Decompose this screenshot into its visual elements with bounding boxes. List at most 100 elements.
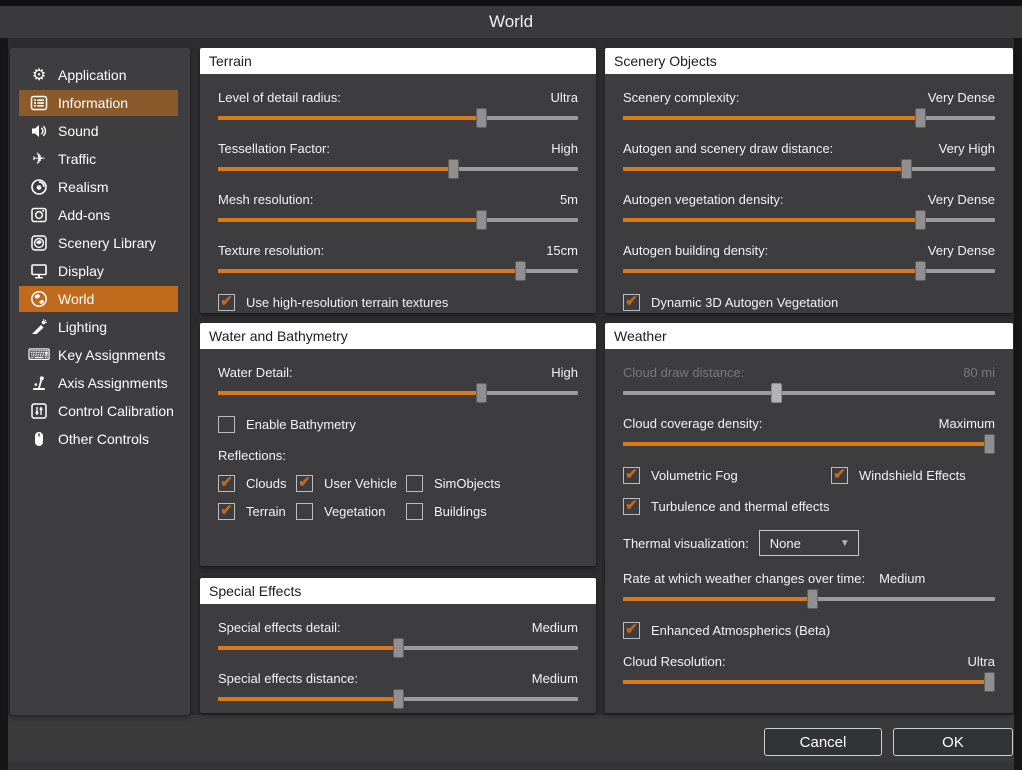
turbulence-and-thermal-effects-checkbox[interactable]: ✔ Turbulence and thermal effects [623, 498, 995, 515]
sidebar-item-application[interactable]: ⚙ Application [19, 62, 178, 88]
window-bottom-edge [8, 762, 1014, 770]
panel-title: Special Effects [200, 578, 596, 604]
slider-thumb[interactable] [915, 210, 927, 230]
sidebar-item-information[interactable]: Information [19, 90, 178, 116]
enhanced-atmospherics-beta-checkbox[interactable]: ✔ Enhanced Atmospherics (Beta) [623, 622, 995, 639]
checkbox-label: Enhanced Atmospherics (Beta) [651, 623, 831, 638]
slider-track[interactable] [218, 261, 578, 281]
autogen-and-scenery-draw-distance-slider: Autogen and scenery draw distance: Very H… [623, 141, 995, 179]
sidebar-item-control-calibration[interactable]: Control Calibration [19, 398, 178, 424]
slider-track[interactable] [623, 159, 995, 179]
sidebar-item-sound[interactable]: Sound [19, 118, 178, 144]
window-right-edge [1014, 38, 1022, 770]
slider-thumb[interactable] [915, 108, 927, 128]
slider-track[interactable] [623, 383, 995, 403]
terrain-checkbox[interactable]: ✔ Terrain [218, 503, 296, 520]
slider-thumb[interactable] [915, 261, 927, 281]
slider-thumb[interactable] [448, 159, 460, 179]
sidebar-item-traffic[interactable]: ✈ Traffic [19, 146, 178, 172]
checkbox-box [218, 416, 235, 433]
sidebar-item-label: Scenery Library [58, 235, 157, 251]
slider-track[interactable] [623, 210, 995, 230]
check-icon: ✔ [220, 293, 233, 310]
check-icon: ✔ [625, 466, 638, 483]
slider-thumb[interactable] [900, 159, 912, 179]
slider-track[interactable] [218, 383, 578, 403]
rate-at-which-weather-changes-over-time-slider: Rate at which weather changes over time:… [623, 571, 995, 609]
slider-track[interactable] [623, 434, 995, 454]
check-icon: ✔ [625, 621, 638, 638]
slider-thumb[interactable] [392, 638, 404, 658]
slider-track[interactable] [623, 589, 995, 609]
sidebar-item-display[interactable]: Display [19, 258, 178, 284]
slider-thumb[interactable] [984, 672, 995, 692]
sidebar-item-label: Control Calibration [58, 403, 174, 419]
settings-window: World ⚙ Application Information Sound ✈ Traff… [0, 0, 1022, 770]
sidebar-item-axis-assignments[interactable]: Axis Assignments [19, 370, 178, 396]
checkbox-box: ✔ [623, 294, 640, 311]
panel-title: Water and Bathymetry [200, 323, 596, 349]
traffic-icon: ✈ [32, 151, 46, 168]
vegetation-checkbox[interactable]: Vegetation [296, 503, 406, 520]
slider-thumb[interactable] [476, 383, 488, 403]
slider-thumb[interactable] [984, 434, 995, 454]
slider-label: Autogen and scenery draw distance: [623, 141, 834, 156]
user-vehicle-checkbox[interactable]: ✔ User Vehicle [296, 475, 406, 492]
sidebar-item-world[interactable]: World [19, 286, 178, 312]
windshield-effects-checkbox[interactable]: ✔ Windshield Effects [831, 467, 995, 484]
slider-track[interactable] [218, 689, 578, 709]
slider-value: Very Dense [927, 90, 995, 105]
slider-track[interactable] [218, 159, 578, 179]
slider-track[interactable] [218, 108, 578, 128]
buildings-checkbox[interactable]: Buildings [406, 503, 578, 520]
volumetric-fog-checkbox[interactable]: ✔ Volumetric Fog [623, 467, 831, 484]
use-high-resolution-terrain-textures-checkbox[interactable]: ✔ Use high-resolution terrain textures [218, 294, 578, 311]
slider-label: Mesh resolution: [218, 192, 314, 207]
enable-bathymetry-checkbox[interactable]: Enable Bathymetry [218, 416, 578, 433]
clouds-checkbox[interactable]: ✔ Clouds [218, 475, 296, 492]
sidebar-item-lighting[interactable]: Lighting [19, 314, 178, 340]
slider-labels: Special effects distance: Medium [218, 671, 578, 686]
slider-thumb[interactable] [392, 689, 404, 709]
sidebar-item-scenery-library[interactable]: Scenery Library [19, 230, 178, 256]
slider-value: High [551, 141, 578, 156]
sidebar-item-add-ons[interactable]: Add-ons [19, 202, 178, 228]
ok-button[interactable]: OK [893, 728, 1013, 756]
panel-terrain: Terrain Level of detail radius: Ultra Tesse… [200, 48, 596, 313]
thermal-visualization-dropdown[interactable]: None ▼ [758, 530, 859, 556]
scenery-complexity-slider: Scenery complexity: Very Dense [623, 90, 995, 128]
slider-labels: Texture resolution: 15cm [218, 243, 578, 258]
addons-icon [28, 205, 50, 225]
slider-thumb[interactable] [514, 261, 526, 281]
simobjects-checkbox[interactable]: SimObjects [406, 475, 578, 492]
slider-track[interactable] [623, 261, 995, 281]
autogen-building-density-slider: Autogen building density: Very Dense [623, 243, 995, 281]
slider-thumb[interactable] [476, 108, 488, 128]
sidebar-item-label: World [58, 291, 95, 307]
autogen-vegetation-density-slider: Autogen vegetation density: Very Dense [623, 192, 995, 230]
sidebar-item-other-controls[interactable]: Other Controls [19, 426, 178, 452]
lighting-icon [28, 317, 50, 337]
dynamic-3d-autogen-vegetation-checkbox[interactable]: ✔ Dynamic 3D Autogen Vegetation [623, 294, 995, 311]
slider-track[interactable] [218, 638, 578, 658]
checkbox-label: Windshield Effects [859, 468, 966, 483]
slider-track[interactable] [623, 672, 995, 692]
slider-fill [623, 218, 925, 222]
sidebar-item-realism[interactable]: Realism [19, 174, 178, 200]
checkbox-label: Terrain [246, 504, 286, 519]
panel-body: Special effects detail: Medium Special eff… [200, 604, 596, 709]
slider-track[interactable] [623, 108, 995, 128]
level-of-detail-radius-slider: Level of detail radius: Ultra [218, 90, 578, 128]
slider-fill [623, 442, 995, 446]
cancel-button[interactable]: Cancel [764, 728, 882, 756]
slider-value: Ultra [550, 90, 578, 105]
slider-label: Level of detail radius: [218, 90, 341, 105]
slider-thumb[interactable] [771, 383, 782, 403]
thermal-visualization-dropdown-row: Thermal visualization: None ▼ [623, 530, 995, 556]
slider-label: Texture resolution: [218, 243, 325, 258]
sidebar-item-key-assignments[interactable]: ⌨ Key Assignments [19, 342, 178, 368]
slider-thumb[interactable] [476, 210, 488, 230]
slider-track[interactable] [218, 210, 578, 230]
slider-thumb[interactable] [807, 589, 819, 609]
world-icon [28, 289, 50, 309]
